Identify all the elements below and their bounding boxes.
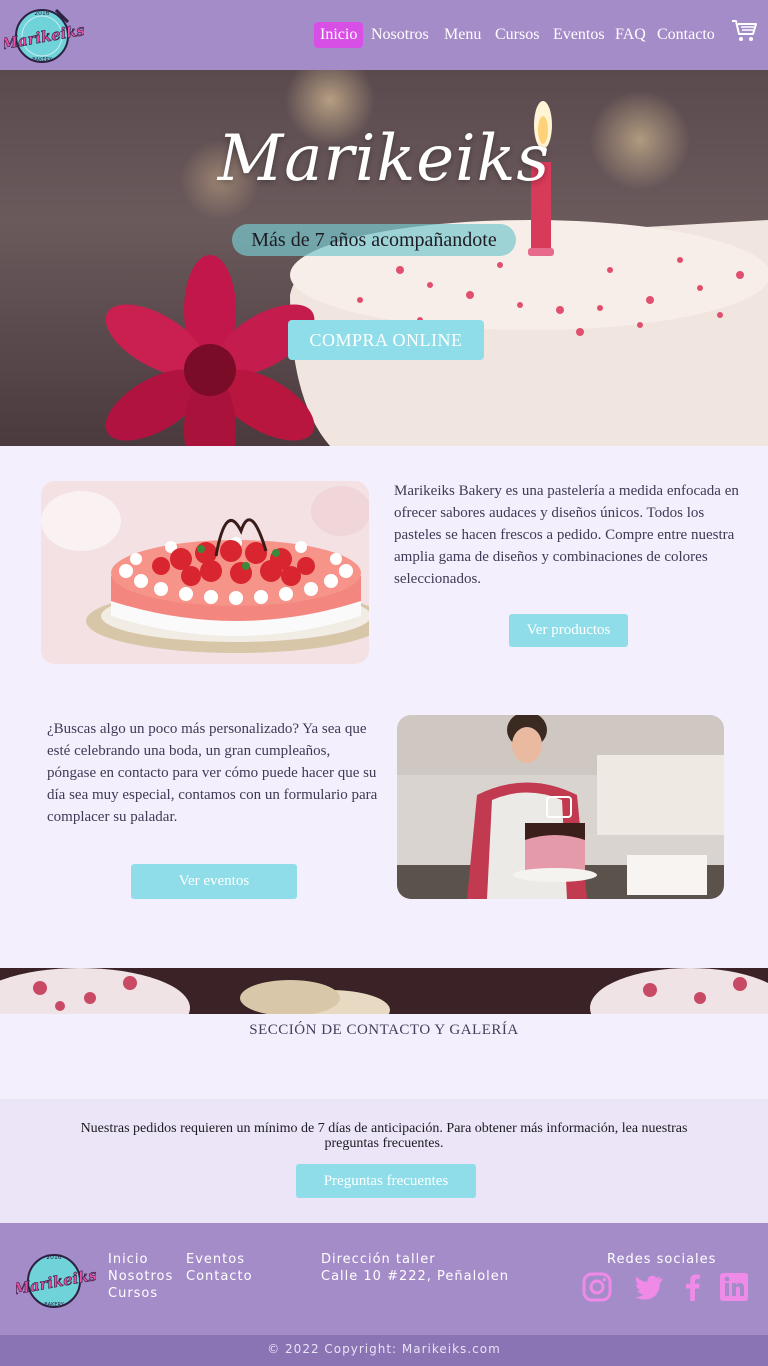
strawberry-cake-image bbox=[41, 481, 369, 664]
copyright-text: © 2022 Copyright: Marikeiks.com bbox=[267, 1342, 501, 1356]
gallery-section-title: SECCIÓN DE CONTACTO Y GALERÍA bbox=[249, 1022, 519, 1038]
twitter-icon[interactable] bbox=[633, 1271, 665, 1303]
address-text: Calle 10 #222, Peñalolen bbox=[321, 1269, 510, 1284]
view-events-button[interactable]: Ver eventos bbox=[131, 864, 297, 899]
nav-link-inicio[interactable]: Inicio bbox=[314, 22, 364, 48]
facebook-icon[interactable] bbox=[677, 1271, 709, 1303]
hero-banner: Marikeiks Más de 7 años acompañandote CO… bbox=[0, 70, 768, 446]
nav-link-contacto[interactable]: Contacto bbox=[651, 22, 721, 48]
hero-subtitle: Más de 7 años acompañandote bbox=[232, 224, 516, 256]
logo-year: 2016 bbox=[34, 10, 49, 17]
footer-link-contacto[interactable]: Contacto bbox=[186, 1269, 253, 1284]
nav-link-faq[interactable]: FAQ bbox=[609, 22, 652, 48]
instagram-icon[interactable] bbox=[581, 1271, 613, 1303]
faq-button[interactable]: Preguntas frecuentes bbox=[296, 1164, 476, 1198]
nav-link-nosotros[interactable]: Nosotros bbox=[365, 22, 435, 48]
intro-text: Marikeiks Bakery es una pastelería a med… bbox=[394, 483, 739, 587]
footer: 2016 Marikeiks BAKERY Inicio Nosotros Cu… bbox=[0, 1223, 768, 1335]
address-label: Dirección taller bbox=[321, 1252, 436, 1267]
footer-logo-year: 2016 bbox=[46, 1254, 61, 1261]
copyright-bar: © 2022 Copyright: Marikeiks.com bbox=[0, 1335, 768, 1366]
order-notice-section: Nuestras pedidos requieren un mínimo de … bbox=[0, 1099, 768, 1223]
brand-logo[interactable]: 2016 Marikeiks BAKERY bbox=[0, 4, 87, 64]
nav-link-eventos[interactable]: Eventos bbox=[547, 22, 611, 48]
footer-link-cursos[interactable]: Cursos bbox=[108, 1286, 158, 1301]
nav-link-menu[interactable]: Menu bbox=[438, 22, 487, 48]
gallery-banner-image bbox=[0, 968, 768, 1014]
footer-link-eventos[interactable]: Eventos bbox=[186, 1252, 245, 1267]
baker-decorating-cake-image bbox=[397, 715, 724, 899]
nav-link-cursos[interactable]: Cursos bbox=[489, 22, 545, 48]
view-products-button[interactable]: Ver productos bbox=[509, 614, 628, 647]
footer-link-inicio[interactable]: Inicio bbox=[108, 1252, 148, 1267]
logo-subtext: BAKERY bbox=[32, 57, 52, 63]
shopping-cart-icon[interactable] bbox=[730, 16, 758, 44]
top-navbar: 2016 Marikeiks BAKERY Inicio Nosotros Me… bbox=[0, 0, 768, 70]
events-text: ¿Buscas algo un poco más personalizado? … bbox=[47, 721, 378, 825]
order-notice-text: Nuestras pedidos requieren un mínimo de … bbox=[80, 1121, 688, 1151]
footer-logo-subtext: BAKERY bbox=[44, 1302, 64, 1308]
buy-online-button[interactable]: COMPRA ONLINE bbox=[288, 320, 484, 360]
social-label: Redes sociales bbox=[607, 1252, 717, 1267]
hero-title: Marikeiks bbox=[217, 122, 551, 196]
footer-link-nosotros[interactable]: Nosotros bbox=[108, 1269, 173, 1284]
linkedin-icon[interactable] bbox=[718, 1271, 750, 1303]
footer-logo[interactable]: 2016 Marikeiks BAKERY bbox=[11, 1247, 99, 1309]
